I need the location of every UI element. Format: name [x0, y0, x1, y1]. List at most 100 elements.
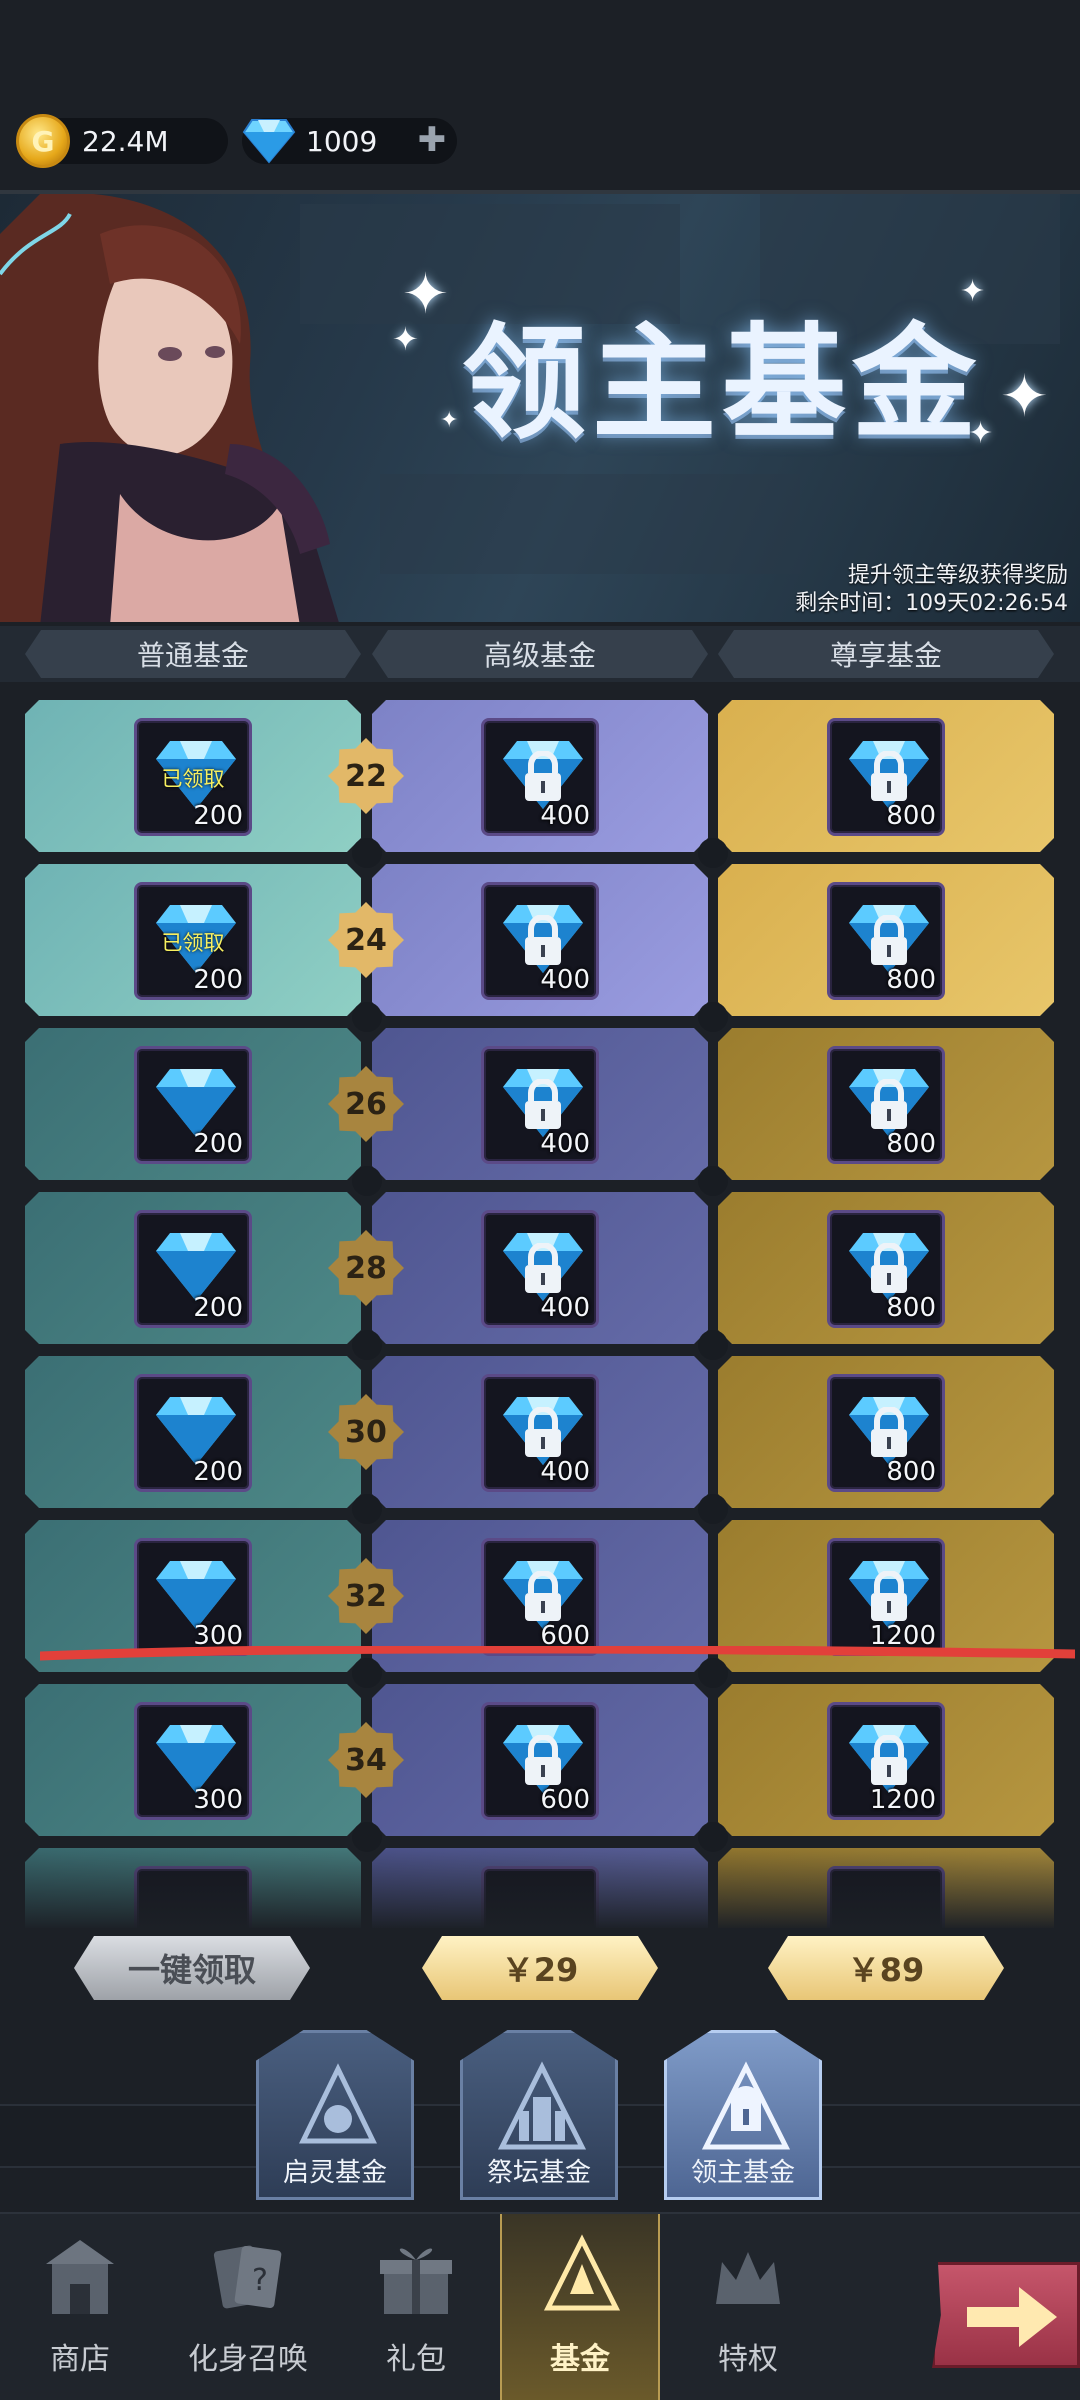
reward-amount: 200 [193, 1129, 243, 1159]
advanced-reward-item[interactable]: 400 [481, 882, 599, 1000]
grid-joint [698, 1658, 728, 1688]
lock-icon [525, 1407, 561, 1457]
grid-joint [698, 1166, 728, 1196]
bottom-navigation: 商店 ? 化身召唤 礼包 基金 特权 [0, 2212, 1080, 2400]
remaining-time: 剩余时间：109天02:26:54 [795, 591, 1068, 616]
buy-premium-fund-button[interactable]: ￥89 [768, 1936, 1004, 2000]
reward-grid: 已领取 200 400 800 22 已领取 200 400 800 24 20… [0, 688, 1080, 1928]
normal-reward-item[interactable]: 已领取 200 [134, 882, 252, 1000]
claimed-label: 已领取 [161, 767, 225, 791]
grid-joint [698, 1330, 728, 1360]
nav-label: 基金 [550, 2342, 610, 2377]
reward-amount: 800 [886, 1129, 936, 1159]
advanced-reward-item[interactable]: 400 [481, 1374, 599, 1492]
reward-amount: 400 [540, 1457, 590, 1487]
gold-coin-icon: G [16, 114, 70, 168]
buy-advanced-fund-button[interactable]: ￥29 [422, 1936, 658, 2000]
add-gems-icon[interactable]: ✚ [417, 123, 447, 157]
grid-joint [352, 838, 382, 868]
nav-fund[interactable]: 基金 [500, 2214, 660, 2400]
advanced-reward-item[interactable]: 600 [481, 1702, 599, 1820]
red-annotation-line [40, 1646, 1075, 1661]
lock-icon [871, 1735, 907, 1785]
reward-amount: 400 [540, 801, 590, 831]
lock-icon [525, 1571, 561, 1621]
banner-info: 提升领主等级获得奖励 剩余时间：109天02:26:54 [795, 562, 1068, 618]
nav-summon[interactable]: ? 化身召唤 [168, 2214, 328, 2400]
nav-label: 礼包 [386, 2342, 446, 2377]
reward-amount: 800 [886, 1293, 936, 1323]
lock-icon [525, 1079, 561, 1129]
nav-privilege[interactable]: 特权 [668, 2214, 828, 2400]
grid-joint [352, 1330, 382, 1360]
reward-amount: 400 [540, 1293, 590, 1323]
diamond-icon [242, 119, 296, 164]
reward-amount: 800 [886, 1457, 936, 1487]
premium-reward-item[interactable]: 1200 [827, 1538, 945, 1656]
premium-reward-item[interactable]: 800 [827, 882, 945, 1000]
normal-reward-item[interactable]: 200 [134, 1210, 252, 1328]
lord-emblem-icon [701, 2061, 791, 2150]
sparkle-icon: ✦ [402, 262, 449, 327]
normal-reward-item[interactable]: 200 [134, 1046, 252, 1164]
altar-emblem-icon [497, 2061, 587, 2150]
nav-label: 特权 [718, 2342, 778, 2377]
reward-amount: 200 [193, 1293, 243, 1323]
go-arrow-button[interactable] [932, 2262, 1080, 2368]
gold-amount: 22.4M [82, 124, 169, 158]
claim-all-button[interactable]: 一键领取 [74, 1936, 310, 2000]
grid-joint [352, 1494, 382, 1524]
reward-amount: 400 [540, 1129, 590, 1159]
normal-reward-item[interactable]: 200 [134, 1374, 252, 1492]
currency-bar: G 22.4M 1009 ✚ [12, 112, 1072, 172]
lock-icon [525, 751, 561, 801]
fund-tab-label: 启灵基金 [282, 2158, 387, 2188]
summon-cards-icon: ? [213, 2245, 282, 2309]
lock-icon [871, 1079, 907, 1129]
premium-reward-item[interactable]: 800 [827, 718, 945, 836]
grid-joint [352, 1002, 382, 1032]
advanced-reward-item[interactable]: 400 [481, 718, 599, 836]
grid-joint [698, 838, 728, 868]
header-premium-fund: 尊享基金 [718, 630, 1054, 678]
reward-amount: 200 [193, 1457, 243, 1487]
lock-icon [871, 1571, 907, 1621]
reward-amount: 600 [540, 1785, 590, 1815]
fund-tab-label: 领主基金 [690, 2158, 795, 2188]
premium-reward-item[interactable]: 800 [827, 1210, 945, 1328]
fund-column-headers: 普通基金 高级基金 尊享基金 [0, 626, 1080, 682]
sparkle-icon: ✦ [440, 408, 459, 433]
lock-icon [525, 1735, 561, 1785]
header-advanced-fund: 高级基金 [372, 630, 708, 678]
tab-spirit-fund[interactable]: 启灵基金 [256, 2030, 414, 2200]
nav-gift-pack[interactable]: 礼包 [336, 2214, 496, 2400]
banner-subtitle: 提升领主等级获得奖励 [847, 563, 1068, 588]
grid-joint [352, 1658, 382, 1688]
nav-shop[interactable]: 商店 [0, 2214, 160, 2400]
premium-reward-item[interactable]: 1200 [827, 1702, 945, 1820]
grid-fade-overlay [0, 1840, 1080, 1930]
tab-lord-fund[interactable]: 领主基金 [664, 2030, 822, 2200]
advanced-reward-item[interactable]: 600 [481, 1538, 599, 1656]
lock-icon [871, 1407, 907, 1457]
lock-icon [525, 915, 561, 965]
tab-altar-fund[interactable]: 祭坛基金 [460, 2030, 618, 2200]
fund-emblem-icon [543, 2234, 621, 2311]
premium-reward-item[interactable]: 800 [827, 1046, 945, 1164]
header-normal-fund: 普通基金 [25, 630, 361, 678]
banner-title: 领主基金 [462, 311, 983, 456]
advanced-reward-item[interactable]: 400 [481, 1046, 599, 1164]
grid-joint [698, 1002, 728, 1032]
reward-amount: 400 [540, 965, 590, 995]
reward-amount: 300 [193, 1785, 243, 1815]
spirit-emblem-icon [299, 2063, 377, 2144]
advanced-reward-item[interactable]: 400 [481, 1210, 599, 1328]
normal-reward-item[interactable]: 已领取 200 [134, 718, 252, 836]
crown-icon [716, 2252, 780, 2304]
normal-reward-item[interactable]: 300 [134, 1702, 252, 1820]
normal-reward-item[interactable]: 300 [134, 1538, 252, 1656]
nav-label: 化身召唤 [188, 2342, 308, 2377]
hero-character-portrait [0, 194, 339, 622]
premium-reward-item[interactable]: 800 [827, 1374, 945, 1492]
sparkle-icon: ✦ [392, 320, 419, 358]
